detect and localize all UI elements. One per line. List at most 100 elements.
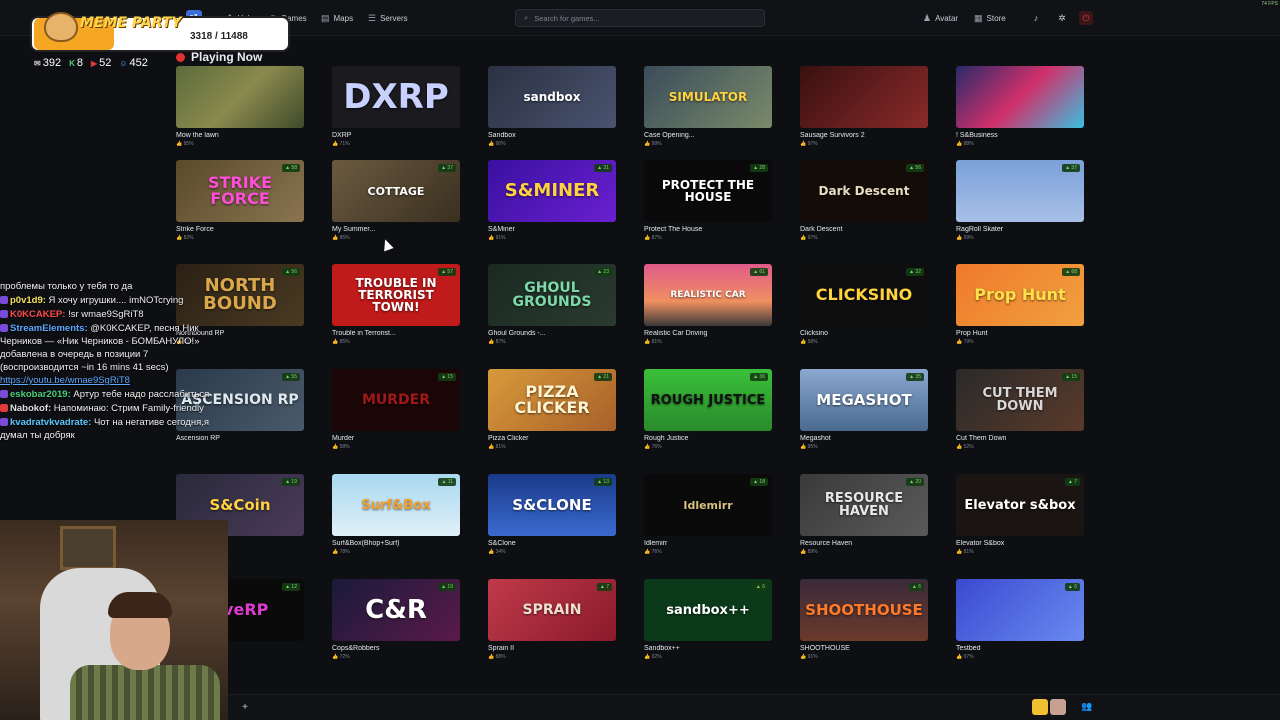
- game-card[interactable]: PIZZA CLICKER ▲ 21 Pizza Clicker 👍 81%: [488, 369, 616, 450]
- game-card[interactable]: PROTECT THE HOUSE ▲ 28 Protect The House 👍 …: [644, 160, 772, 241]
- gear-icon[interactable]: ✲: [1055, 11, 1069, 25]
- nav-maps[interactable]: ▤ Maps: [321, 11, 353, 25]
- game-thumbnail[interactable]: SIMULATOR: [644, 66, 772, 128]
- game-card[interactable]: STRIKE FORCE ▲ 58 Strike Force 👍 82%: [176, 160, 304, 241]
- game-thumbnail[interactable]: GHOUL GROUNDS ▲ 23: [488, 264, 616, 326]
- game-card[interactable]: GHOUL GROUNDS ▲ 23 Ghoul Grounds -... 👍 87%: [488, 264, 616, 345]
- game-title[interactable]: Clicksino: [800, 330, 928, 337]
- game-title[interactable]: Testbed: [956, 645, 1084, 652]
- game-thumbnail[interactable]: C&R ▲ 19: [332, 579, 460, 641]
- game-card[interactable]: REALISTIC CAR ▲ 61 Realistic Car Driving 👍 …: [644, 264, 772, 345]
- game-title[interactable]: Surf&Box(Bhop+Surf): [332, 540, 460, 547]
- game-thumbnail[interactable]: sandbox: [488, 66, 616, 128]
- game-card[interactable]: Prop Hunt ▲ 68 Prop Hunt 👍 79%: [956, 264, 1084, 345]
- game-card[interactable]: ▲ 37 RagRoll Skater 👍 99%: [956, 160, 1084, 241]
- game-title[interactable]: Trouble in Terrorist...: [332, 330, 460, 337]
- game-thumbnail[interactable]: COTTAGE ▲ 37: [332, 160, 460, 222]
- game-thumbnail[interactable]: RESOURCE HAVEN ▲ 20: [800, 474, 928, 536]
- game-thumbnail[interactable]: DXRP: [332, 66, 460, 128]
- game-title[interactable]: SHOOTHOUSE: [800, 645, 928, 652]
- game-title[interactable]: Murder: [332, 435, 460, 442]
- friends-icon[interactable]: 👥: [1080, 701, 1094, 715]
- game-thumbnail[interactable]: CUT THEM DOWN ▲ 15: [956, 369, 1084, 431]
- game-thumbnail[interactable]: ROUGH JUSTICE ▲ 36: [644, 369, 772, 431]
- game-thumbnail[interactable]: CLICKSINO ▲ 32: [800, 264, 928, 326]
- game-card[interactable]: SPRAIN ▲ 7 Sprain II 👍 88%: [488, 579, 616, 660]
- game-card[interactable]: SIMULATOR Case Opening... 👍 99%: [644, 66, 772, 147]
- game-thumbnail[interactable]: PROTECT THE HOUSE ▲ 28: [644, 160, 772, 222]
- game-title[interactable]: Pizza Clicker: [488, 435, 616, 442]
- game-title[interactable]: Prop Hunt: [956, 330, 1084, 337]
- game-title[interactable]: S&Clone: [488, 540, 616, 547]
- search-input[interactable]: ⌕ Search for games...: [515, 9, 765, 27]
- game-card[interactable]: S&CLONE ▲ 13 S&Clone 👍 34%: [488, 474, 616, 555]
- game-card[interactable]: sandbox++ ▲ 6 Sandbox++ 👍 92%: [644, 579, 772, 660]
- bell-icon[interactable]: ♪: [1029, 11, 1043, 25]
- game-title[interactable]: Elevator S&box: [956, 540, 1084, 547]
- game-title[interactable]: Sprain II: [488, 645, 616, 652]
- game-title[interactable]: Cut Them Down: [956, 435, 1084, 442]
- game-card[interactable]: sandbox Sandbox 👍 90%: [488, 66, 616, 147]
- game-thumbnail[interactable]: ▲ 6: [956, 579, 1084, 641]
- friend-avatar[interactable]: [1050, 699, 1066, 715]
- game-thumbnail[interactable]: Idlemirr ▲ 18: [644, 474, 772, 536]
- game-card[interactable]: S&MINER ▲ 31 S&Miner 👍 91%: [488, 160, 616, 241]
- game-thumbnail[interactable]: MEGASHOT ▲ 35: [800, 369, 928, 431]
- game-card[interactable]: RESOURCE HAVEN ▲ 20 Resource Haven 👍 89%: [800, 474, 928, 555]
- game-card[interactable]: MEGASHOT ▲ 35 Megashot 👍 95%: [800, 369, 928, 450]
- game-thumbnail[interactable]: Elevator s&box ▲ 7: [956, 474, 1084, 536]
- game-title[interactable]: Megashot: [800, 435, 928, 442]
- game-title[interactable]: Realistic Car Driving: [644, 330, 772, 337]
- game-card[interactable]: CLICKSINO ▲ 32 Clicksino 👍 58%: [800, 264, 928, 345]
- nav-servers[interactable]: ☰ Servers: [368, 11, 408, 25]
- game-title[interactable]: My Summer...: [332, 226, 460, 233]
- game-title[interactable]: Protect The House: [644, 226, 772, 233]
- game-card[interactable]: CUT THEM DOWN ▲ 15 Cut Them Down 👍 52%: [956, 369, 1084, 450]
- game-title[interactable]: ! S&Business: [956, 132, 1084, 139]
- game-title[interactable]: Resource Haven: [800, 540, 928, 547]
- game-title[interactable]: Sandbox: [488, 132, 616, 139]
- game-card[interactable]: TROUBLE IN TERRORIST TOWN! ▲ 57 Trouble in…: [332, 264, 460, 345]
- game-card[interactable]: Idlemirr ▲ 18 Idlemirr 👍 76%: [644, 474, 772, 555]
- game-card[interactable]: Dark Descent ▲ 56 Dark Descent 👍 97%: [800, 160, 928, 241]
- game-thumbnail[interactable]: REALISTIC CAR ▲ 61: [644, 264, 772, 326]
- game-title[interactable]: DXRP: [332, 132, 460, 139]
- game-card[interactable]: Sausage Survivors 2 👍 97%: [800, 66, 928, 147]
- game-thumbnail[interactable]: S&MINER ▲ 31: [488, 160, 616, 222]
- game-card[interactable]: ROUGH JUSTICE ▲ 36 Rough Justice 👍 76%: [644, 369, 772, 450]
- game-thumbnail[interactable]: SPRAIN ▲ 7: [488, 579, 616, 641]
- game-thumbnail[interactable]: MURDER ▲ 15: [332, 369, 460, 431]
- game-title[interactable]: RagRoll Skater: [956, 226, 1084, 233]
- game-thumbnail[interactable]: [800, 66, 928, 128]
- game-title[interactable]: Strike Force: [176, 226, 304, 233]
- game-thumbnail[interactable]: ▲ 37: [956, 160, 1084, 222]
- game-card[interactable]: C&R ▲ 19 Cops&Robbers 👍 72%: [332, 579, 460, 660]
- game-thumbnail[interactable]: STRIKE FORCE ▲ 58: [176, 160, 304, 222]
- game-thumbnail[interactable]: S&CLONE ▲ 13: [488, 474, 616, 536]
- nav-avatar[interactable]: ♟ Avatar: [923, 11, 958, 25]
- game-title[interactable]: Rough Justice: [644, 435, 772, 442]
- game-title[interactable]: S&Miner: [488, 226, 616, 233]
- game-title[interactable]: Ghoul Grounds -...: [488, 330, 616, 337]
- game-thumbnail[interactable]: Prop Hunt ▲ 68: [956, 264, 1084, 326]
- game-title[interactable]: Dark Descent: [800, 226, 928, 233]
- game-thumbnail[interactable]: Dark Descent ▲ 56: [800, 160, 928, 222]
- add-icon[interactable]: +: [238, 701, 252, 715]
- game-thumbnail[interactable]: SHOOTHOUSE ▲ 6: [800, 579, 928, 641]
- game-title[interactable]: Mow the lawn: [176, 132, 304, 139]
- game-title[interactable]: Idlemirr: [644, 540, 772, 547]
- game-card[interactable]: Elevator s&box ▲ 7 Elevator S&box 👍 81%: [956, 474, 1084, 555]
- game-card[interactable]: ! S&Business 👍 88%: [956, 66, 1084, 147]
- game-thumbnail[interactable]: [176, 66, 304, 128]
- game-title[interactable]: Cops&Robbers: [332, 645, 460, 652]
- game-card[interactable]: DXRP DXRP 👍 71%: [332, 66, 460, 147]
- game-thumbnail[interactable]: Surf&Box ▲ 11: [332, 474, 460, 536]
- game-title[interactable]: Sausage Survivors 2: [800, 132, 928, 139]
- game-title[interactable]: Case Opening...: [644, 132, 772, 139]
- friend-avatar[interactable]: [1032, 699, 1048, 715]
- game-card[interactable]: Mow the lawn 👍 95%: [176, 66, 304, 147]
- power-icon[interactable]: ⏻: [1079, 11, 1093, 25]
- game-card[interactable]: MURDER ▲ 15 Murder 👍 58%: [332, 369, 460, 450]
- game-card[interactable]: Surf&Box ▲ 11 Surf&Box(Bhop+Surf) 👍 78%: [332, 474, 460, 555]
- nav-store[interactable]: ▦ Store: [974, 11, 1006, 25]
